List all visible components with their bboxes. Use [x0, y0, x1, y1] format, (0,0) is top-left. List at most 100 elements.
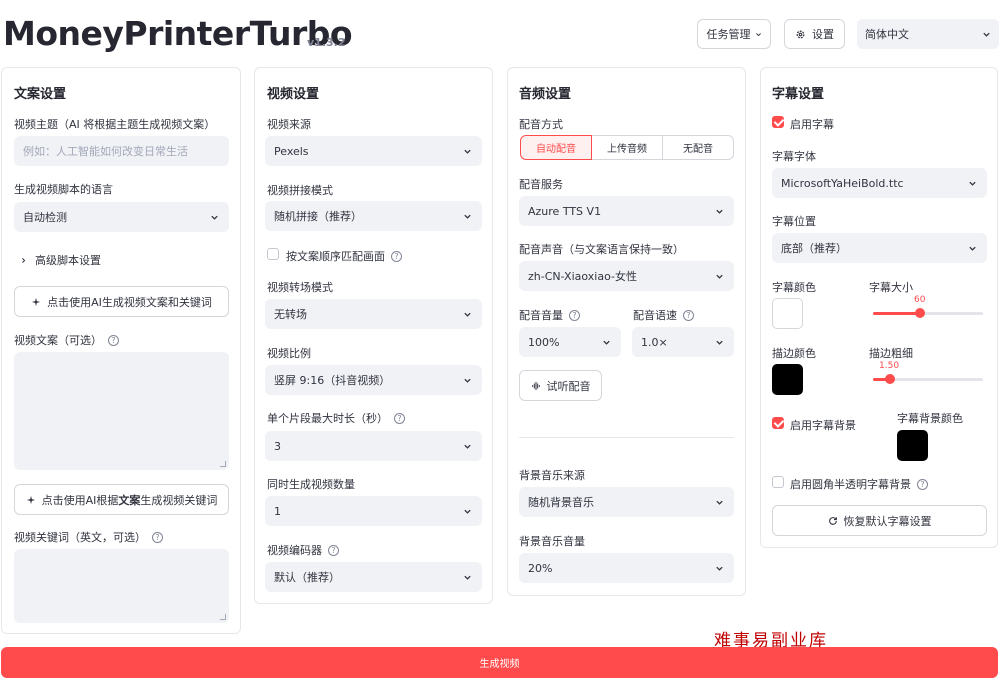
- app-title: MoneyPrinterTurbo: [3, 14, 353, 53]
- slider-handle[interactable]: [915, 308, 925, 318]
- resize-handle[interactable]: [220, 614, 226, 620]
- video-count-select[interactable]: 1: [265, 496, 482, 526]
- script-language-label: 生成视频脚本的语言: [14, 183, 113, 196]
- subtitle-settings-panel: 字幕设置 启用字幕 字幕字体 MicrosoftYaHeiBold.ttc 字幕…: [760, 67, 998, 548]
- voice-name-select[interactable]: zh-CN-Xiaoxiao-女性: [519, 261, 734, 291]
- subject-input[interactable]: 例如：人工智能如何改变日常生活: [14, 136, 229, 166]
- subtitle-position-select[interactable]: 底部（推荐）: [772, 233, 987, 263]
- bgm-volume-select[interactable]: 20%: [519, 553, 734, 583]
- chevron-down-icon: [464, 149, 471, 154]
- preview-voice-button[interactable]: 试听配音: [519, 370, 602, 401]
- settings-label: 设置: [812, 28, 834, 41]
- video-settings-panel: 视频设置 视频来源 Pexels 视频拼接模式 随机拼接（推荐） 按文案顺序匹配…: [254, 67, 493, 604]
- settings-button[interactable]: 设置: [784, 19, 845, 49]
- language-select[interactable]: 简体中文: [857, 19, 999, 49]
- stroke-width-label: 描边粗细: [869, 347, 913, 360]
- rounded-bg-checkbox[interactable]: [772, 476, 784, 488]
- rounded-bg-label: 启用圆角半透明字幕背景?: [790, 476, 928, 492]
- subtitle-font-select[interactable]: MicrosoftYaHeiBold.ttc: [772, 168, 987, 198]
- audio-wave-icon: [531, 381, 540, 390]
- chevron-right-icon: [22, 258, 26, 263]
- select-value: 无转场: [274, 308, 307, 321]
- subtitle-size-slider[interactable]: [873, 308, 983, 318]
- aspect-ratio-select[interactable]: 竖屏 9:16（抖音视频）: [265, 365, 482, 395]
- stroke-color-picker[interactable]: [772, 364, 803, 395]
- video-codec-select[interactable]: 默认（推荐）: [265, 562, 482, 592]
- select-value: 1: [274, 504, 281, 518]
- transition-mode-select[interactable]: 无转场: [265, 299, 482, 329]
- enable-subtitle-bg-checkbox[interactable]: [772, 417, 784, 429]
- help-icon[interactable]: ?: [391, 251, 402, 262]
- chevron-down-icon: [716, 566, 723, 571]
- voice-volume-label: 配音音量?: [519, 307, 580, 323]
- keywords-textarea[interactable]: [14, 549, 229, 623]
- advanced-script-expander[interactable]: 高级脚本设置: [20, 252, 101, 268]
- select-value: 竖屏 9:16（抖音视频）: [274, 374, 391, 387]
- video-source-select[interactable]: Pexels: [265, 136, 482, 166]
- chevron-down-icon: [211, 215, 218, 220]
- slider-handle[interactable]: [885, 374, 895, 384]
- select-value: zh-CN-Xiaoxiao-女性: [528, 270, 637, 283]
- voice-rate-label: 配音语速?: [633, 307, 694, 323]
- task-manager-button[interactable]: 任务管理: [697, 19, 771, 49]
- generate-script-button[interactable]: 点击使用AI生成视频文案和关键词: [14, 286, 229, 317]
- enable-subtitle-checkbox[interactable]: [772, 116, 784, 128]
- select-value: 100%: [528, 335, 560, 349]
- help-icon[interactable]: ?: [569, 310, 580, 321]
- font-label: 字幕字体: [772, 150, 816, 163]
- chevron-down-icon: [716, 209, 723, 214]
- help-icon[interactable]: ?: [108, 335, 119, 346]
- keywords-label-pre: 点击使用AI根据: [41, 493, 119, 507]
- help-icon[interactable]: ?: [152, 532, 163, 543]
- select-value: MicrosoftYaHeiBold.ttc: [781, 176, 904, 190]
- subtitle-bg-color-label: 字幕背景颜色: [897, 412, 963, 425]
- mode-no-voice[interactable]: 无配音: [663, 135, 734, 160]
- select-value: 随机背景音乐: [528, 496, 594, 509]
- subject-label: 视频主题（AI 将根据主题生成视频文案）: [14, 118, 216, 131]
- app-version: v1.3.2: [307, 36, 346, 49]
- script-language-select[interactable]: 自动检测: [14, 202, 229, 232]
- help-icon[interactable]: ?: [917, 479, 928, 490]
- stroke-width-slider[interactable]: [873, 374, 983, 384]
- help-icon[interactable]: ?: [328, 545, 339, 556]
- preview-voice-label: 试听配音: [546, 379, 591, 393]
- label-text: 视频文案（可选）: [14, 334, 102, 347]
- select-value: Azure TTS V1: [528, 204, 602, 218]
- mode-upload-audio[interactable]: 上传音频: [592, 135, 663, 160]
- voice-service-select[interactable]: Azure TTS V1: [519, 196, 734, 226]
- concat-mode-select[interactable]: 随机拼接（推荐）: [265, 201, 482, 231]
- mode-auto-voice[interactable]: 自动配音: [520, 135, 592, 160]
- reset-subtitle-label: 恢复默认字幕设置: [843, 514, 932, 528]
- match-order-checkbox[interactable]: [267, 248, 279, 260]
- ratio-label: 视频比例: [267, 347, 311, 360]
- chevron-down-icon: [716, 274, 723, 279]
- subtitle-bg-color-picker[interactable]: [897, 430, 928, 461]
- app-header: MoneyPrinterTurbo v1.3.2 任务管理 设置 简体中文: [0, 0, 1000, 66]
- clip-duration-select[interactable]: 3: [265, 431, 482, 461]
- reset-subtitle-button[interactable]: 恢复默认字幕设置: [772, 505, 987, 536]
- label-text: 视频关键词（英文，可选）: [14, 531, 146, 544]
- stroke-color-label: 描边颜色: [772, 347, 816, 360]
- position-label: 字幕位置: [772, 215, 816, 228]
- voice-name-label: 配音声音（与文案语言保持一致）: [519, 243, 684, 256]
- bgm-volume-label: 背景音乐音量: [519, 535, 585, 548]
- chevron-down-icon: [969, 181, 976, 186]
- help-icon[interactable]: ?: [683, 310, 694, 321]
- subtitle-color-picker[interactable]: [772, 298, 803, 329]
- chevron-down-icon: [464, 509, 471, 514]
- generate-keywords-button[interactable]: 点击使用AI根据 文案 生成视频关键词: [14, 484, 229, 515]
- resize-handle[interactable]: [220, 461, 226, 467]
- select-value: 默认（推荐）: [274, 571, 340, 584]
- chevron-down-icon: [716, 340, 723, 345]
- sparkle-icon: [31, 297, 41, 306]
- label-text: 启用圆角半透明字幕背景: [790, 478, 911, 491]
- voice-rate-select[interactable]: 1.0×: [632, 327, 734, 357]
- help-icon[interactable]: ?: [394, 413, 405, 424]
- chevron-down-icon: [716, 500, 723, 505]
- generate-video-button[interactable]: 生成视频: [1, 647, 998, 678]
- voice-volume-select[interactable]: 100%: [519, 327, 621, 357]
- select-value: 20%: [528, 561, 553, 575]
- bgm-source-select[interactable]: 随机背景音乐: [519, 487, 734, 517]
- slider-fill: [873, 312, 920, 315]
- script-textarea[interactable]: [14, 352, 229, 470]
